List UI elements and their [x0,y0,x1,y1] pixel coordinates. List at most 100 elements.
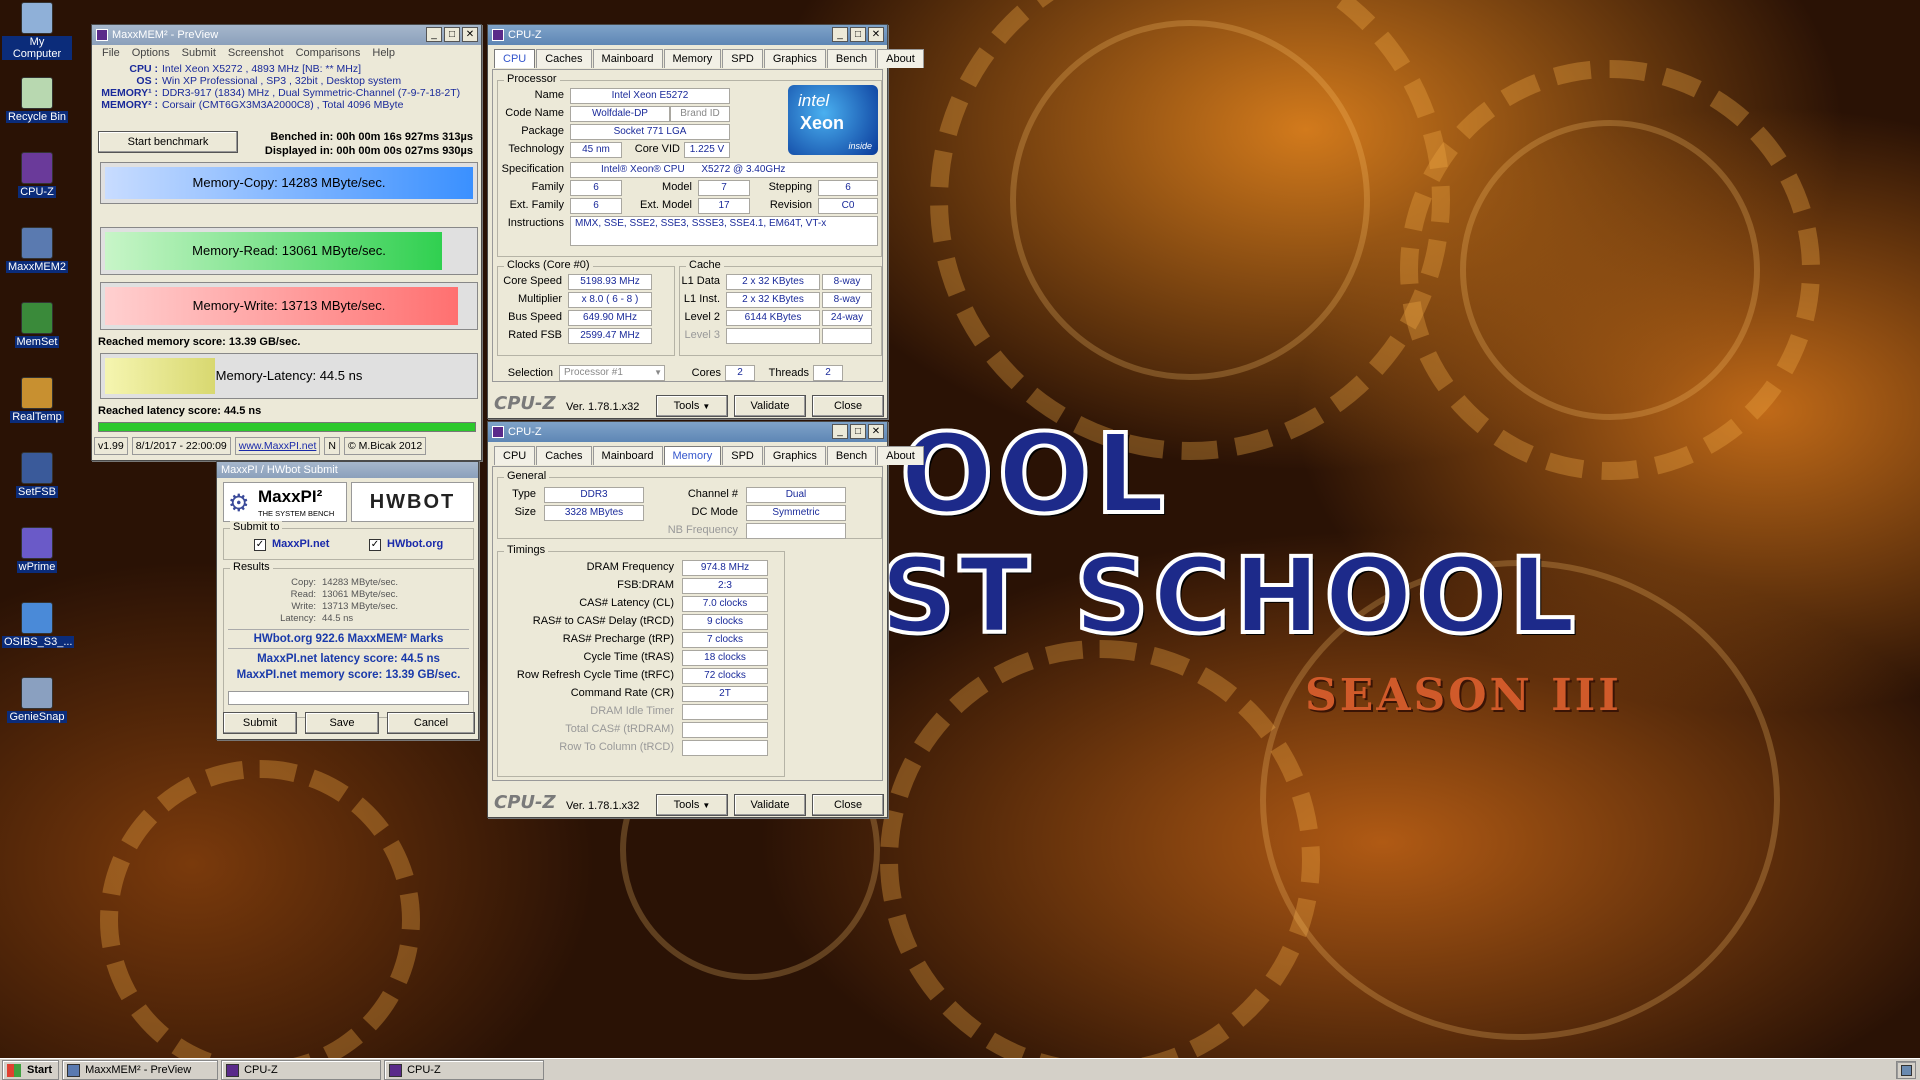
result-value: 14283 MByte/sec. [322,577,399,588]
tools-button[interactable]: Tools ▼ [656,794,728,816]
tab-mainboard[interactable]: Mainboard [592,446,663,465]
instructions-field: MMX, SSE, SSE2, SSE3, SSSE3, SSE4.1, EM6… [570,216,878,246]
multiplier-field: x 8.0 ( 6 - 8 ) [568,292,652,308]
menu-item-submit[interactable]: Submit [182,47,216,59]
minimize-icon[interactable]: _ [426,27,442,42]
tab-graphics[interactable]: Graphics [763,49,826,68]
tab-spd[interactable]: SPD [722,49,763,68]
desktop-icon[interactable]: RealTemp [2,377,72,423]
cpuz-memory-titlebar[interactable]: CPU-Z _ □ ✕ [488,422,887,442]
close-button[interactable]: Close [812,794,884,816]
taskbar-item-maxxmem[interactable]: MaxxMEM² - PreView [62,1059,219,1080]
tab-cpu[interactable]: CPU [494,446,536,465]
l1-data-field: 2 x 32 KBytes [726,274,820,290]
desktop-icon[interactable]: GenieSnap [2,677,72,723]
timings-group: Timings DRAM Frequency 974.8 MHz FSB:DRAM 2… [497,544,785,777]
status-link[interactable]: www.MaxxPI.net [234,437,321,455]
desktop-icon[interactable]: wPrime [2,527,72,573]
wallpaper-gear [100,760,420,1080]
family-field: 6 [570,180,622,196]
tab-about[interactable]: About [877,446,924,465]
menu-item-options[interactable]: Options [132,47,170,59]
tab-memory[interactable]: Memory [663,446,722,465]
maximize-icon[interactable]: □ [850,424,866,439]
hwbot-title: MaxxPI / HWbot Submit [221,464,338,476]
minimize-icon[interactable]: _ [832,27,848,42]
cpuz-cpu-window: CPU-Z _ □ ✕ CPU Caches Mainboard Memory SPD Gra… [487,24,924,419]
cpuz-app-icon [226,1063,240,1077]
timing-label: Cycle Time (tRAS) [583,651,674,663]
menu-item-file[interactable]: File [102,47,120,59]
type-label: Type [512,488,536,500]
maxxmem-system-info: CPU : Intel Xeon X5272 , 4893 MHz [NB: **… [92,61,481,113]
maxxpi-logo-text: MaxxPI² [258,487,323,506]
dc-mode-label: DC Mode [691,506,738,518]
tools-label: Tools [673,400,700,412]
processor-select[interactable]: Processor #1 ▼ [559,365,665,381]
maximize-icon[interactable]: □ [850,27,866,42]
validate-button[interactable]: Validate [734,794,806,816]
timing-label: DRAM Frequency [586,561,674,573]
desktop-icon[interactable]: SetFSB [2,452,72,498]
maxxmem-app-icon [96,29,108,41]
taskbar-item-label: CPU-Z [244,1063,278,1076]
system-info-value: Intel Xeon X5272 , 4893 MHz [NB: ** MHz] [162,63,362,75]
timing-label: Row To Column (tRCD) [559,741,674,753]
cpuz-cpu-titlebar[interactable]: CPU-Z _ □ ✕ [488,25,887,45]
tab-mainboard[interactable]: Mainboard [592,49,663,68]
menu-item-comparisons[interactable]: Comparisons [296,47,361,59]
tab-about[interactable]: About [877,49,924,68]
taskbar-item-cpuz[interactable]: CPU-Z [384,1059,545,1080]
wprime-icon [21,527,53,559]
start-benchmark-button[interactable]: Start benchmark [98,131,238,153]
menu-item-help[interactable]: Help [372,47,395,59]
cpuz-memory-tabs: CPU Caches Mainboard Memory SPD Graphics Bench… [488,442,924,465]
memory-write-label: Memory-Write: 13713 MByte/sec. [192,298,386,313]
close-icon[interactable]: ✕ [462,27,478,42]
timing-value: 7 clocks [682,632,768,648]
maxxmem-titlebar[interactable]: MaxxMEM² - PreView _ □ ✕ [92,25,481,45]
cpuz-app-icon [492,426,504,438]
maximize-icon[interactable]: □ [444,27,460,42]
system-info-value: DDR3-917 (1834) MHz , Dual Symmetric-Cha… [162,87,461,99]
tray-icon[interactable] [1900,1064,1912,1076]
progress-bar [98,422,476,432]
close-icon[interactable]: ✕ [868,424,884,439]
timing-label: RAS# Precharge (tRP) [562,633,674,645]
desktop-icon[interactable]: OSIBS_S3_... [2,602,75,648]
tab-memory[interactable]: Memory [663,49,722,68]
start-button[interactable]: Start [2,1059,60,1080]
level2-way: 24-way [822,310,872,326]
tab-bench[interactable]: Bench [826,446,877,465]
maxxpi-checkbox[interactable]: ✓ [254,539,266,551]
submit-button[interactable]: Submit [223,712,297,734]
desktop-icon[interactable]: MemSet [2,302,72,348]
desktop-icon[interactable]: My Computer [2,2,72,60]
minimize-icon[interactable]: _ [832,424,848,439]
taskbar-item-cpuz[interactable]: CPU-Z [221,1059,382,1080]
gear-icon: ⚙ [228,490,250,517]
hwbot-titlebar[interactable]: MaxxPI / HWbot Submit [217,462,478,478]
latency-score-text: Reached latency score: 44.5 ns [98,405,262,417]
tab-graphics[interactable]: Graphics [763,446,826,465]
cancel-button[interactable]: Cancel [387,712,475,734]
tab-spd[interactable]: SPD [722,446,763,465]
tab-bench[interactable]: Bench [826,49,877,68]
tab-cpu[interactable]: CPU [494,49,536,68]
close-icon[interactable]: ✕ [868,27,884,42]
desktop-icon[interactable]: CPU-Z [2,152,72,198]
bus-speed-field: 649.90 MHz [568,310,652,326]
tools-button[interactable]: Tools ▼ [656,395,728,417]
core-vid-label: Core VID [634,143,680,155]
memory-copy-label: Memory-Copy: 14283 MByte/sec. [192,175,386,190]
menu-item-screenshot[interactable]: Screenshot [228,47,284,59]
tab-caches[interactable]: Caches [536,49,592,68]
tab-caches[interactable]: Caches [536,446,592,465]
desktop-icon[interactable]: Recycle Bin [2,77,72,123]
desktop-icon[interactable]: MaxxMEM2 [2,227,72,273]
validate-button[interactable]: Validate [734,395,806,417]
close-button[interactable]: Close [812,395,884,417]
hwbot-checkbox[interactable]: ✓ [369,539,381,551]
save-button[interactable]: Save [305,712,379,734]
result-row: Latency: 44.5 ns [224,613,473,625]
